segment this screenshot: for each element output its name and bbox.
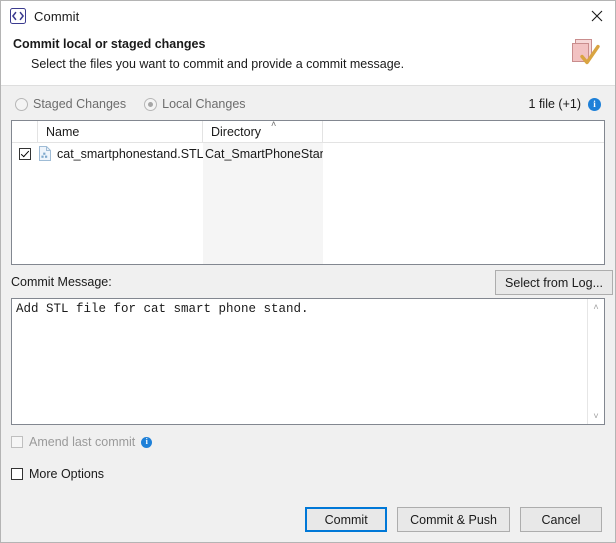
radio-local-indicator	[144, 97, 158, 111]
commit-message-box[interactable]: Add STL file for cat smart phone stand. …	[11, 298, 605, 425]
row-checkbox-cell[interactable]	[12, 143, 38, 164]
code-brackets-icon	[10, 8, 26, 24]
commit-message-scrollbar[interactable]: ˄ ˅	[587, 299, 604, 424]
commit-message-input[interactable]: Add STL file for cat smart phone stand.	[12, 299, 587, 424]
file-table-body: cat_smartphonestand.STL Cat_SmartPhoneSt…	[12, 143, 604, 264]
close-button[interactable]	[579, 1, 615, 31]
radio-local-label: Local Changes	[162, 97, 246, 111]
row-file-name: cat_smartphonestand.STL	[57, 146, 203, 161]
change-scope-row: Staged Changes Local Changes 1 file (+1)…	[1, 91, 615, 117]
file-document-icon	[39, 146, 51, 161]
more-options-row[interactable]: More Options	[11, 466, 615, 482]
file-count-group: 1 file (+1) i	[529, 97, 601, 111]
file-table-header: Name Directory ˄	[12, 121, 604, 143]
file-table[interactable]: Name Directory ˄ cat_smartphonestand.STL…	[11, 120, 605, 265]
amend-last-commit-checkbox	[11, 436, 23, 448]
row-directory-cell: Cat_SmartPhoneStand	[203, 143, 323, 164]
radio-local-changes[interactable]: Local Changes	[144, 97, 246, 111]
title-bar: Commit	[1, 1, 615, 31]
dialog-footer: Commit Commit & Push Cancel	[1, 507, 615, 532]
select-from-log-button[interactable]: Select from Log...	[495, 270, 613, 295]
commit-button[interactable]: Commit	[305, 507, 388, 532]
window-title: Commit	[34, 8, 80, 24]
amend-last-commit-row[interactable]: Amend last commit i	[11, 434, 615, 450]
row-directory-name: Cat_SmartPhoneStand	[205, 146, 323, 161]
amend-info-icon[interactable]: i	[141, 436, 153, 448]
column-header-filler	[323, 121, 604, 142]
header-subtitle: Select the files you want to commit and …	[31, 57, 405, 71]
commit-files-check-icon	[572, 39, 600, 65]
commit-dialog: Commit Commit local or staged changes Se…	[0, 0, 616, 543]
column-header-directory-label: Directory	[211, 124, 262, 139]
radio-staged-indicator	[15, 97, 28, 111]
commit-and-push-button[interactable]: Commit & Push	[397, 507, 510, 532]
scroll-down-icon[interactable]: ˅	[588, 409, 604, 423]
cancel-button[interactable]: Cancel	[520, 507, 602, 532]
row-name-cell: cat_smartphonestand.STL	[38, 143, 203, 164]
dialog-header: Commit local or staged changes Select th…	[1, 31, 615, 86]
more-options-checkbox[interactable]	[11, 468, 23, 480]
column-header-checkbox[interactable]	[12, 121, 38, 142]
close-icon	[591, 10, 603, 22]
sort-ascending-icon: ˄	[271, 120, 277, 129]
file-count-label: 1 file (+1)	[528, 97, 581, 111]
header-title: Commit local or staged changes	[13, 37, 206, 51]
radio-staged-changes[interactable]: Staged Changes	[15, 97, 126, 111]
dialog-body: Staged Changes Local Changes 1 file (+1)…	[1, 86, 615, 542]
commit-message-label-row: Commit Message: Select from Log...	[11, 270, 613, 295]
radio-staged-label: Staged Changes	[33, 97, 127, 111]
column-header-name[interactable]: Name	[38, 121, 203, 142]
column-header-name-label: Name	[46, 124, 80, 139]
commit-message-label: Commit Message:	[11, 275, 112, 289]
row-checkbox[interactable]	[19, 147, 31, 160]
scroll-up-icon[interactable]: ˄	[588, 300, 604, 314]
column-header-directory[interactable]: Directory ˄	[203, 121, 323, 142]
info-icon[interactable]: i	[588, 97, 601, 111]
amend-last-commit-label: Amend last commit	[29, 435, 136, 449]
table-row[interactable]: cat_smartphonestand.STL Cat_SmartPhoneSt…	[12, 143, 604, 164]
more-options-label: More Options	[29, 467, 105, 481]
